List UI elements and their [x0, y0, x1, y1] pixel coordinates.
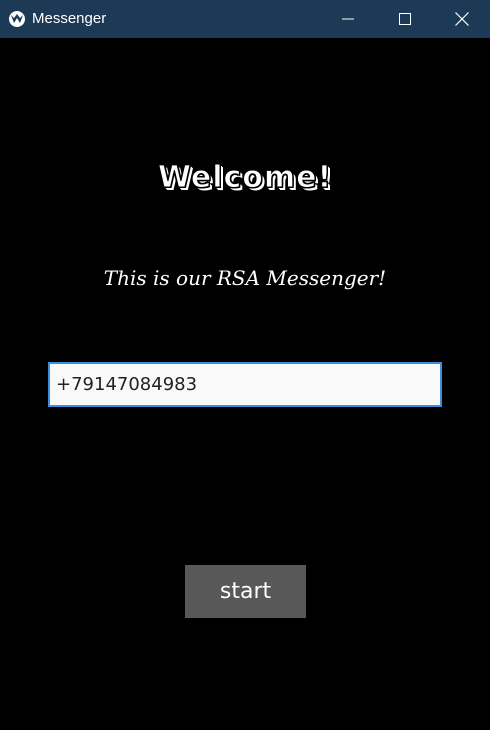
- app-window: Messenger Welcome! This is our RSA Messe…: [0, 0, 490, 730]
- kivy-logo-icon: [9, 11, 25, 27]
- close-button[interactable]: [434, 0, 490, 38]
- close-icon: [455, 12, 469, 26]
- maximize-icon: [399, 13, 411, 25]
- window-title: Messenger: [32, 10, 107, 27]
- maximize-button[interactable]: [377, 0, 433, 38]
- title-bar[interactable]: Messenger: [0, 0, 490, 38]
- minimize-button[interactable]: [320, 0, 376, 38]
- start-button[interactable]: start: [185, 565, 306, 618]
- welcome-heading: Welcome!: [157, 160, 333, 196]
- subtitle-text: This is our RSA Messenger!: [103, 266, 387, 290]
- phone-number-input[interactable]: [48, 362, 442, 407]
- minimize-icon: [342, 18, 354, 20]
